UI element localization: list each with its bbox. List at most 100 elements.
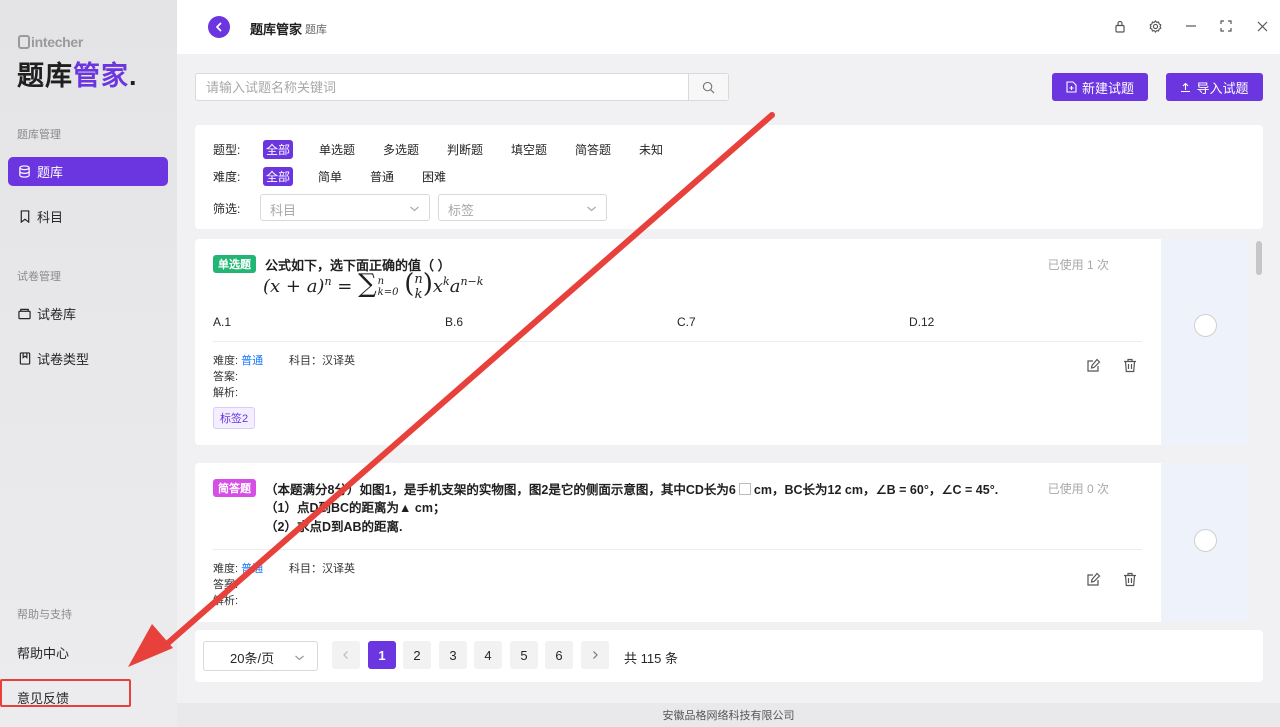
total-count: 共 115 条: [624, 651, 678, 666]
edit-icon[interactable]: [1085, 571, 1101, 587]
database-icon: [18, 165, 31, 178]
difficulty-filter-label: 难度:: [213, 170, 241, 184]
page-subtitle: 题库: [305, 24, 327, 36]
select-radio[interactable]: [1194, 529, 1217, 552]
type-option-multiple[interactable]: 多选题: [380, 140, 422, 159]
close-icon[interactable]: [1255, 19, 1269, 33]
difficulty-option-all[interactable]: 全部: [263, 167, 294, 186]
next-page-button[interactable]: [581, 641, 609, 669]
question-list: 单选题 公式如下，选下面正确的值（ ） 已使用 1 次 (x + a)n = ∑…: [195, 239, 1263, 622]
gear-icon[interactable]: [1148, 19, 1162, 33]
chevron-right-icon: [593, 651, 598, 659]
type-option-all[interactable]: 全部: [263, 140, 294, 159]
sidebar-item-help-center[interactable]: 帮助中心: [17, 643, 69, 662]
sidebar-item-question-bank[interactable]: 题库: [8, 157, 168, 186]
scrollbar[interactable]: [1255, 239, 1263, 622]
type-option-unknown[interactable]: 未知: [636, 140, 666, 159]
type-option-single[interactable]: 单选题: [316, 140, 358, 159]
option-b: B.6: [445, 315, 464, 329]
type-filter-label: 题型:: [213, 143, 241, 157]
subject-meta: 科目：汉译英: [289, 563, 355, 575]
difficulty-option-normal[interactable]: 普通: [367, 167, 397, 186]
search-icon: [702, 81, 715, 93]
sidebar-item-paper-type[interactable]: 试卷类型: [8, 344, 168, 373]
sidebar-item-paper-library[interactable]: 试卷库: [8, 299, 168, 328]
lock-icon[interactable]: [1113, 19, 1127, 33]
chevron-down-icon: [586, 202, 597, 217]
sidebar-item-feedback[interactable]: 意见反馈: [17, 688, 69, 707]
tag-select[interactable]: 标签: [438, 194, 607, 221]
search-input[interactable]: [196, 74, 686, 100]
brand-logo-small: intecher: [18, 34, 83, 50]
question-text-line-2: （1）点D到BC的距离为▲ cm；: [265, 501, 446, 515]
difficulty-option-hard[interactable]: 困难: [419, 167, 449, 186]
folder-icon: [18, 307, 31, 320]
bookmark-icon: [18, 210, 31, 223]
question-card[interactable]: 单选题 公式如下，选下面正确的值（ ） 已使用 1 次 (x + a)n = ∑…: [195, 239, 1249, 445]
question-tag: 标签2: [213, 407, 256, 429]
difficulty-meta: 难度: 普通: [213, 355, 264, 367]
difficulty-meta: 难度: 普通: [213, 563, 264, 575]
question-type-badge: 单选题: [213, 255, 256, 273]
back-button[interactable]: [208, 16, 230, 38]
usage-count: 已使用 1 次: [1047, 258, 1109, 272]
section-title-help: 帮助与支持: [17, 609, 72, 621]
sidebar-item-label: 题库: [37, 165, 64, 180]
delete-icon[interactable]: [1122, 357, 1138, 373]
top-bar: 题库管家 题库: [177, 0, 1280, 54]
upload-icon: [1180, 82, 1191, 93]
chevron-down-icon: [409, 202, 420, 217]
page-2[interactable]: 2: [403, 641, 431, 669]
question-text-line-3: （2）求点D到AB的距离.: [265, 520, 403, 534]
answer-meta: 答案:: [213, 371, 239, 383]
broken-image-icon: [738, 483, 751, 495]
brand-logo: 题库管家.: [17, 61, 138, 91]
type-option-fill[interactable]: 填空题: [508, 140, 550, 159]
filter-label: 筛选:: [213, 202, 241, 216]
divider: [213, 341, 1142, 342]
question-text-line-1: （本题满分8分）如图1，是手机支架的实物图，图2是它的侧面示意图，其中CD长为6…: [265, 483, 999, 497]
analysis-meta: 解析:: [213, 387, 239, 399]
select-radio[interactable]: [1194, 314, 1217, 337]
page-size-select[interactable]: 20条/页: [203, 641, 318, 671]
chevron-left-icon: [343, 651, 348, 659]
subject-select[interactable]: 科目: [260, 194, 430, 221]
section-title-question-bank: 题库管理: [17, 129, 61, 141]
main-content: 新建试题 导入试题 题型: 全部 单选题 多选题 判断题 填空题 简答题 未知 …: [177, 54, 1280, 727]
chevron-down-icon: [294, 651, 305, 666]
minimize-icon[interactable]: [1184, 19, 1198, 33]
page-4[interactable]: 4: [474, 641, 502, 669]
search-box: [195, 73, 729, 101]
divider: [213, 549, 1142, 550]
type-option-short-answer[interactable]: 简答题: [572, 140, 614, 159]
scrollbar-thumb[interactable]: [1256, 241, 1262, 275]
delete-icon[interactable]: [1122, 571, 1138, 587]
page-1[interactable]: 1: [368, 641, 396, 669]
import-question-button[interactable]: 导入试题: [1166, 73, 1263, 101]
page-title: 题库管家: [250, 22, 303, 37]
search-button[interactable]: [688, 74, 728, 100]
option-c: C.7: [677, 315, 696, 329]
card-select-area: [1161, 239, 1249, 445]
edit-icon[interactable]: [1085, 357, 1101, 373]
usage-count: 已使用 0 次: [1047, 482, 1109, 496]
question-card[interactable]: 简答题 （本题满分8分）如图1，是手机支架的实物图，图2是它的侧面示意图，其中C…: [195, 463, 1249, 622]
question-type-badge: 简答题: [213, 479, 256, 497]
chevron-left-icon: [216, 22, 222, 32]
page-5[interactable]: 5: [510, 641, 538, 669]
answer-meta: 答案:: [213, 579, 239, 591]
section-title-paper: 试卷管理: [17, 271, 61, 283]
type-option-judge[interactable]: 判断题: [444, 140, 486, 159]
sidebar-item-label: 科目: [37, 210, 64, 225]
filter-panel: 题型: 全部 单选题 多选题 判断题 填空题 简答题 未知 难度: 全部 简单 …: [195, 125, 1263, 229]
file-add-icon: [1066, 81, 1077, 93]
maximize-icon[interactable]: [1219, 19, 1233, 33]
sidebar: intecher 题库管家. 题库管理 题库 科目 试卷管理 试卷库 试卷类型 …: [0, 0, 177, 727]
subject-meta: 科目：汉译英: [289, 355, 355, 367]
page-3[interactable]: 3: [439, 641, 467, 669]
page-6[interactable]: 6: [545, 641, 573, 669]
sidebar-item-subject[interactable]: 科目: [8, 202, 168, 231]
prev-page-button[interactable]: [332, 641, 360, 669]
difficulty-option-easy[interactable]: 简单: [315, 167, 345, 186]
new-question-button[interactable]: 新建试题: [1052, 73, 1148, 101]
